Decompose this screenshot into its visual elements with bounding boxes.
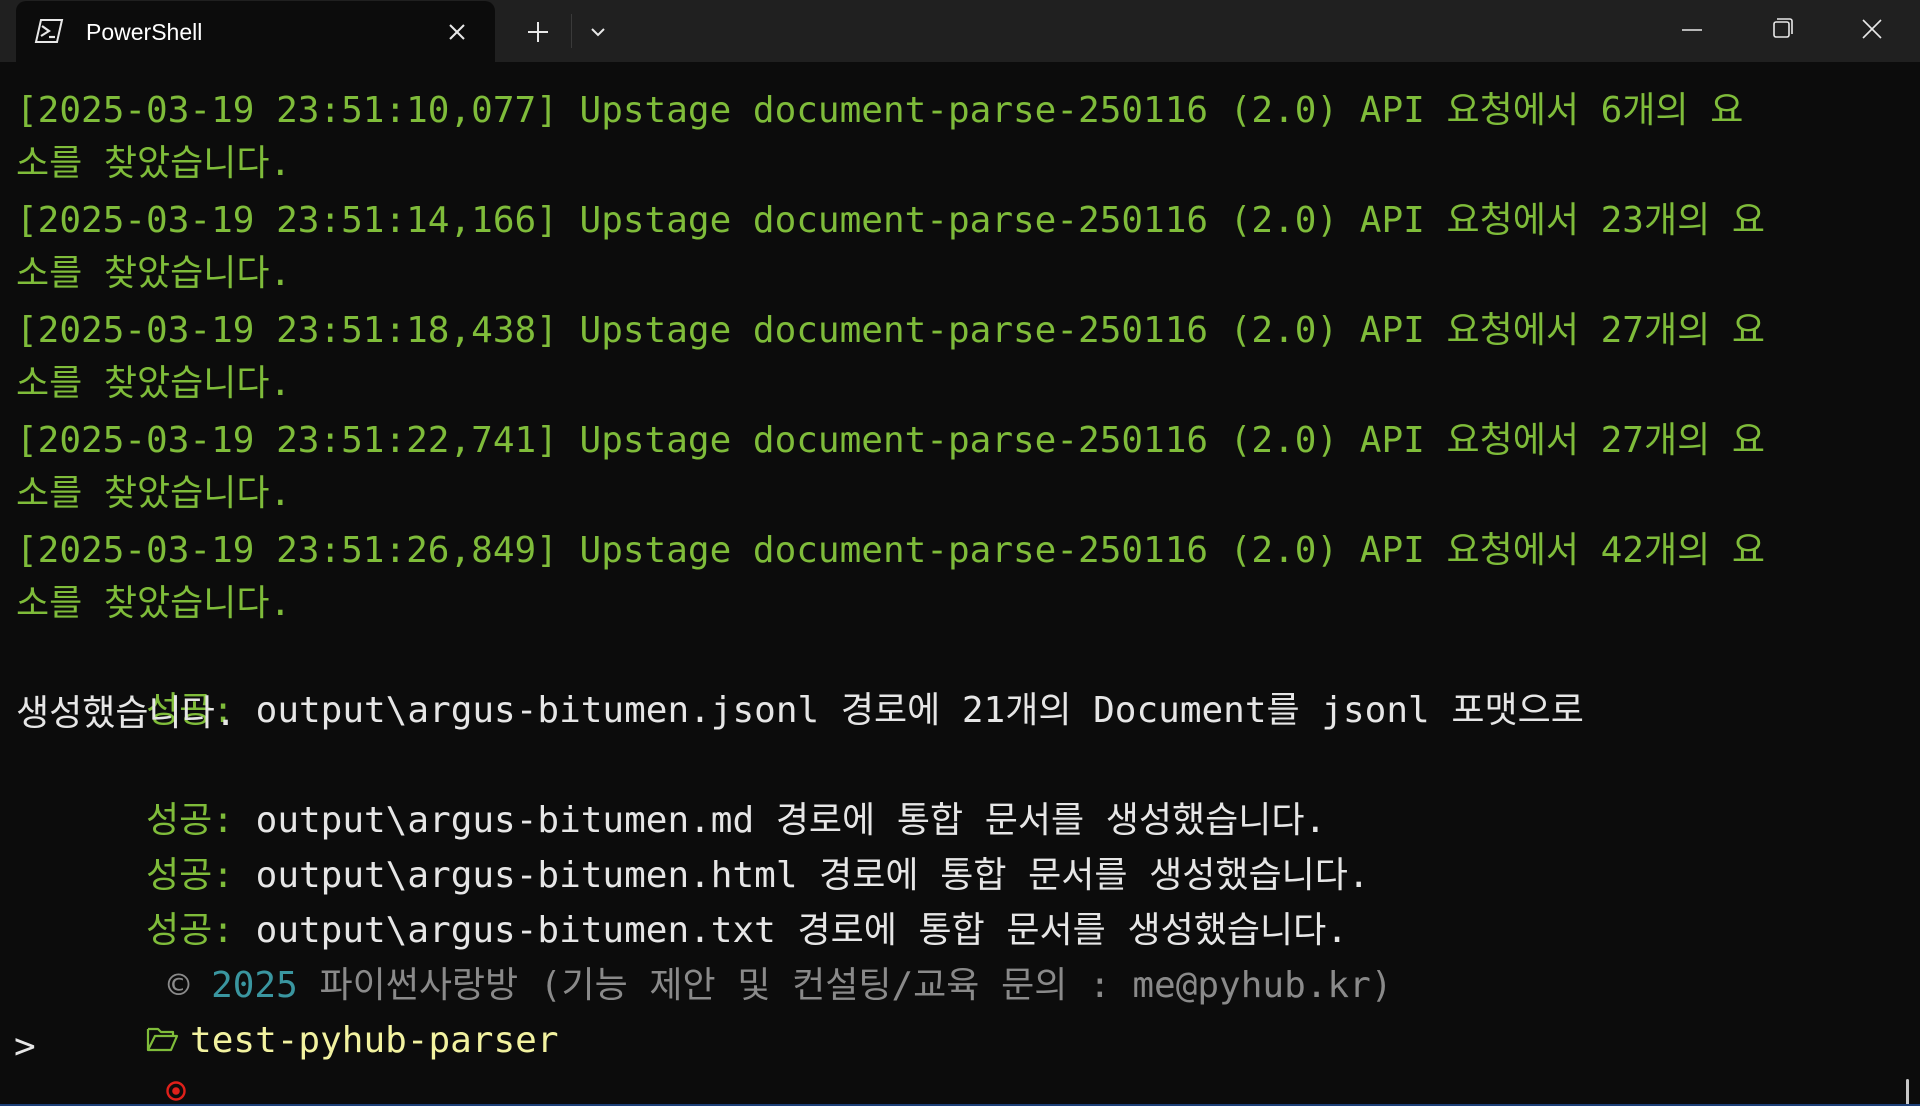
log-line-wrap: 소를 찾았습니다.: [16, 363, 292, 404]
folder-open-icon: [146, 1027, 179, 1052]
powershell-icon: [34, 19, 64, 43]
log-line-wrap: 소를 찾았습니다.: [16, 143, 292, 184]
log-line-wrap: 소를 찾았습니다.: [16, 253, 292, 294]
title-bar: PowerShell: [0, 0, 1920, 62]
tab-close-icon[interactable]: [442, 17, 472, 47]
maximize-icon[interactable]: [1754, 8, 1810, 52]
prompt-directory: test-pyhub-parser: [190, 1020, 559, 1061]
record-icon: [166, 1081, 186, 1101]
success-text: output\argus-bitumen.jsonl 경로에 21개의 Docu…: [233, 690, 1584, 731]
success-line-wrap: 생성했습니다.: [16, 693, 237, 734]
log-line: [2025-03-19 23:51:14,166] Upstage docume…: [16, 200, 1766, 241]
tab-powershell[interactable]: PowerShell: [16, 1, 495, 62]
log-line-wrap: 소를 찾았습니다.: [16, 583, 292, 624]
terminal-window: PowerShell [2025-03-19 23:51:10,077] Ups…: [0, 0, 1920, 1106]
tab-separator: [571, 14, 572, 48]
prompt-line: test-pyhub-parser: [16, 966, 559, 1101]
tab-title: PowerShell: [86, 19, 203, 45]
new-tab-icon[interactable]: [520, 14, 556, 50]
footer-line: © 2025 파이썬사랑방 (기능 제안 및 컨설팅/교육 문의 : me@py…: [16, 911, 1393, 1006]
terminal-output[interactable]: [2025-03-19 23:51:10,077] Upstage docume…: [0, 62, 1920, 1106]
scrollbar-thumb[interactable]: [1906, 1079, 1909, 1106]
close-icon[interactable]: [1844, 8, 1900, 52]
chevron-down-icon[interactable]: [580, 14, 616, 50]
log-line: [2025-03-19 23:51:22,741] Upstage docume…: [16, 420, 1766, 461]
success-line: 성공: output\argus-bitumen.txt 경로에 통합 문서를 …: [16, 856, 1348, 951]
success-line: 성공: output\argus-bitumen.html 경로에 통합 문서를…: [16, 801, 1370, 896]
log-line-wrap: 소를 찾았습니다.: [16, 473, 292, 514]
prompt-symbol[interactable]: >: [14, 1022, 36, 1072]
success-line: 성공: output\argus-bitumen.md 경로에 통합 문서를 생…: [16, 746, 1326, 841]
success-line: 성공: output\argus-bitumen.jsonl 경로에 21개의 …: [16, 636, 1584, 731]
log-line: [2025-03-19 23:51:26,849] Upstage docume…: [16, 530, 1766, 571]
log-line: [2025-03-19 23:51:10,077] Upstage docume…: [16, 90, 1744, 131]
minimize-icon[interactable]: [1664, 8, 1720, 52]
log-line: [2025-03-19 23:51:18,438] Upstage docume…: [16, 310, 1766, 351]
